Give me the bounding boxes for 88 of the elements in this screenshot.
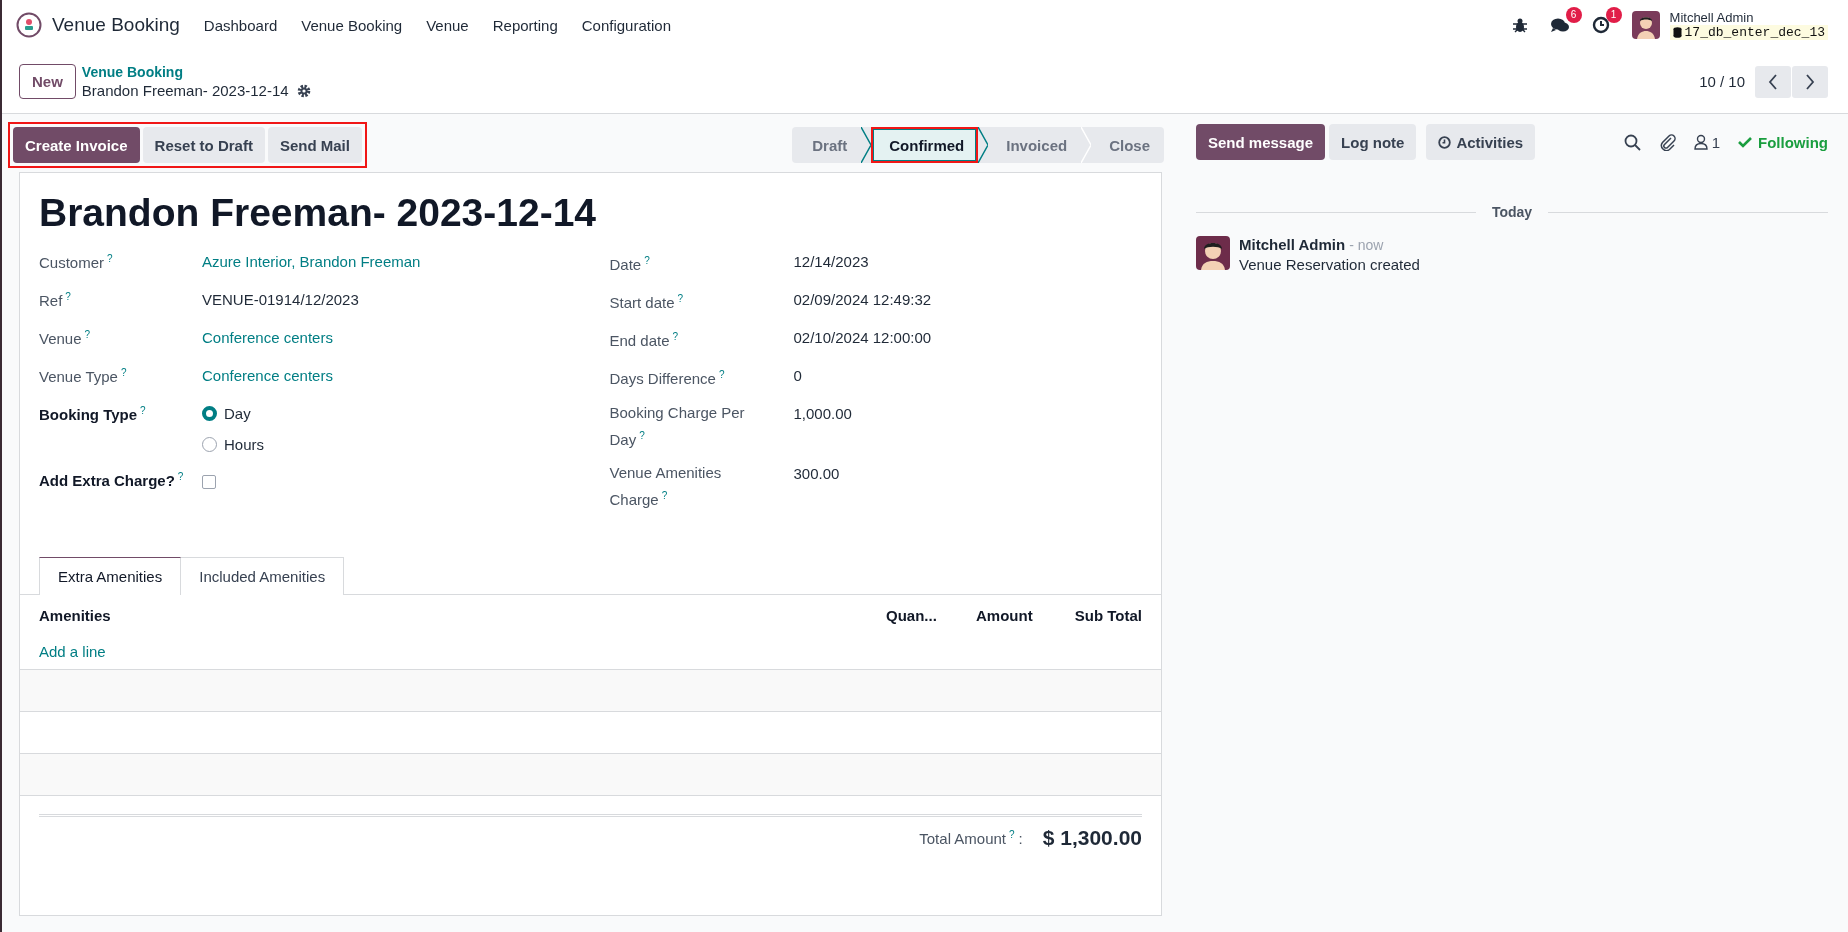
menu-item[interactable]: Dashboard [203,16,278,34]
app-logo-icon[interactable] [16,12,42,38]
pager-value: 10 / 10 [1699,73,1745,90]
column-header[interactable]: Amenities [39,607,886,624]
status-stage[interactable]: Invoiced [988,127,1082,163]
author-avatar-icon[interactable] [1196,236,1230,270]
status-stage[interactable]: Draft [792,127,862,163]
column-header[interactable]: Sub Total [1066,607,1142,624]
previous-button[interactable] [1755,65,1791,98]
radio-button[interactable] [202,437,217,452]
field-value: 02/10/2024 12:00:00 [793,329,932,346]
chatter-button[interactable]: Send message [1196,124,1326,160]
field-label: Days Difference $^{?}$ [609,368,725,389]
action-button[interactable]: Send Mail [267,127,362,163]
field-label: Venue $^{?}$ [39,329,91,347]
chevron-left-icon[interactable] [1768,73,1778,90]
next-button[interactable] [1792,65,1828,98]
radio-label[interactable]: Hours [224,436,264,453]
breadcrumb-current: Brandon Freeman- 2023-12-14 [81,82,289,99]
status-stage[interactable]: Close [1091,127,1164,163]
search-icon[interactable] [1623,133,1641,151]
chat-icon[interactable] [1549,16,1570,34]
message-text: Venue Reservation created [1239,256,1420,273]
checkbox[interactable] [202,475,216,489]
field-label: Venue Amenities Charge $^{?}$ [609,463,723,510]
column-header[interactable]: Quan... [886,607,976,624]
chatter-button[interactable]: Activities [1426,124,1536,160]
field-value: 12/14/2023 [793,253,869,270]
database-icon[interactable] [1672,27,1682,38]
clock-icon[interactable] [1438,135,1452,149]
action-button[interactable]: Create Invoice [13,127,140,163]
field-link[interactable]: Conference centers [202,367,333,384]
column-header[interactable]: Amount [976,607,1066,624]
field-value: 0 [793,367,802,384]
status-stage[interactable]: Confirmed [871,127,979,163]
person-icon[interactable] [1693,134,1708,150]
paperclip-icon[interactable] [1658,133,1676,151]
action-button[interactable]: Reset to Draft [142,127,265,163]
field-value: VENUE-01914/12/2023 [202,291,359,308]
settings-icon[interactable] [296,83,311,98]
menu-item[interactable]: Venue [426,16,469,34]
check-icon[interactable] [1738,136,1752,148]
clock-icon[interactable] [1591,16,1610,34]
field-link[interactable]: Azure Interior, Brandon Freeman [202,253,421,270]
followers-button[interactable]: 1 [1693,133,1720,151]
field-label: Venue Type $^{?}$ [39,367,127,385]
field-label: Booking Charge Per Day $^{?}$ [609,403,746,450]
database-name: 17_db_enter_dec_13 [1669,25,1828,40]
count-badge: 6 [1565,7,1582,23]
notebook-tab[interactable]: Included Amenities [181,557,345,595]
field-label: Start date $^{?}$ [609,292,684,313]
message-author[interactable]: Mitchell Admin [1239,236,1346,253]
new-button[interactable]: New [19,64,76,99]
stage-divider [978,127,989,163]
date-separator: Today [1491,204,1533,220]
total-label: Total Amount [919,829,1006,847]
field-link[interactable]: Conference centers [202,329,333,346]
add-line-link[interactable]: Add a line [39,643,106,660]
stage-divider [1081,127,1092,163]
help-tooltip[interactable]: ? [1009,828,1015,840]
record-title: Brandon Freeman- 2023-12-14 [39,191,598,235]
field-label: Date $^{?}$ [609,254,650,275]
message-time: - now [1349,237,1384,253]
breadcrumb-link[interactable]: Venue Booking [81,64,311,80]
menu-item[interactable]: Configuration [581,16,671,34]
field-value: 300.00 [793,465,840,482]
menu-item[interactable]: Reporting [492,16,558,34]
field-label: End date $^{?}$ [609,330,679,351]
user-avatar-icon[interactable] [1631,11,1660,39]
field-label: Booking Type $^{?}$ [39,405,146,423]
count-badge: 1 [1605,7,1622,23]
stage-divider [861,127,872,163]
field-value: 02/09/2024 12:49:32 [793,291,932,308]
field-label: Ref $^{?}$ [39,291,71,309]
label-colon: : [1018,829,1023,847]
radio-button[interactable] [202,406,217,421]
chatter-button[interactable]: Log note [1329,124,1417,160]
field-value: 1,000.00 [793,405,852,422]
field-label: Customer $^{?}$ [39,253,113,271]
radio-label[interactable]: Day [224,405,251,422]
chevron-right-icon[interactable] [1805,73,1815,90]
user-name[interactable]: Mitchell Admin [1669,10,1828,25]
menu-item[interactable]: Venue Booking [301,16,403,34]
notebook-tab[interactable]: Extra Amenities [39,557,182,595]
bug-icon[interactable] [1511,17,1528,33]
total-amount: $ 1,300.00 [1042,814,1142,850]
app-title[interactable]: Venue Booking [52,14,180,36]
field-label: Add Extra Charge? $^{?}$ [39,471,184,489]
